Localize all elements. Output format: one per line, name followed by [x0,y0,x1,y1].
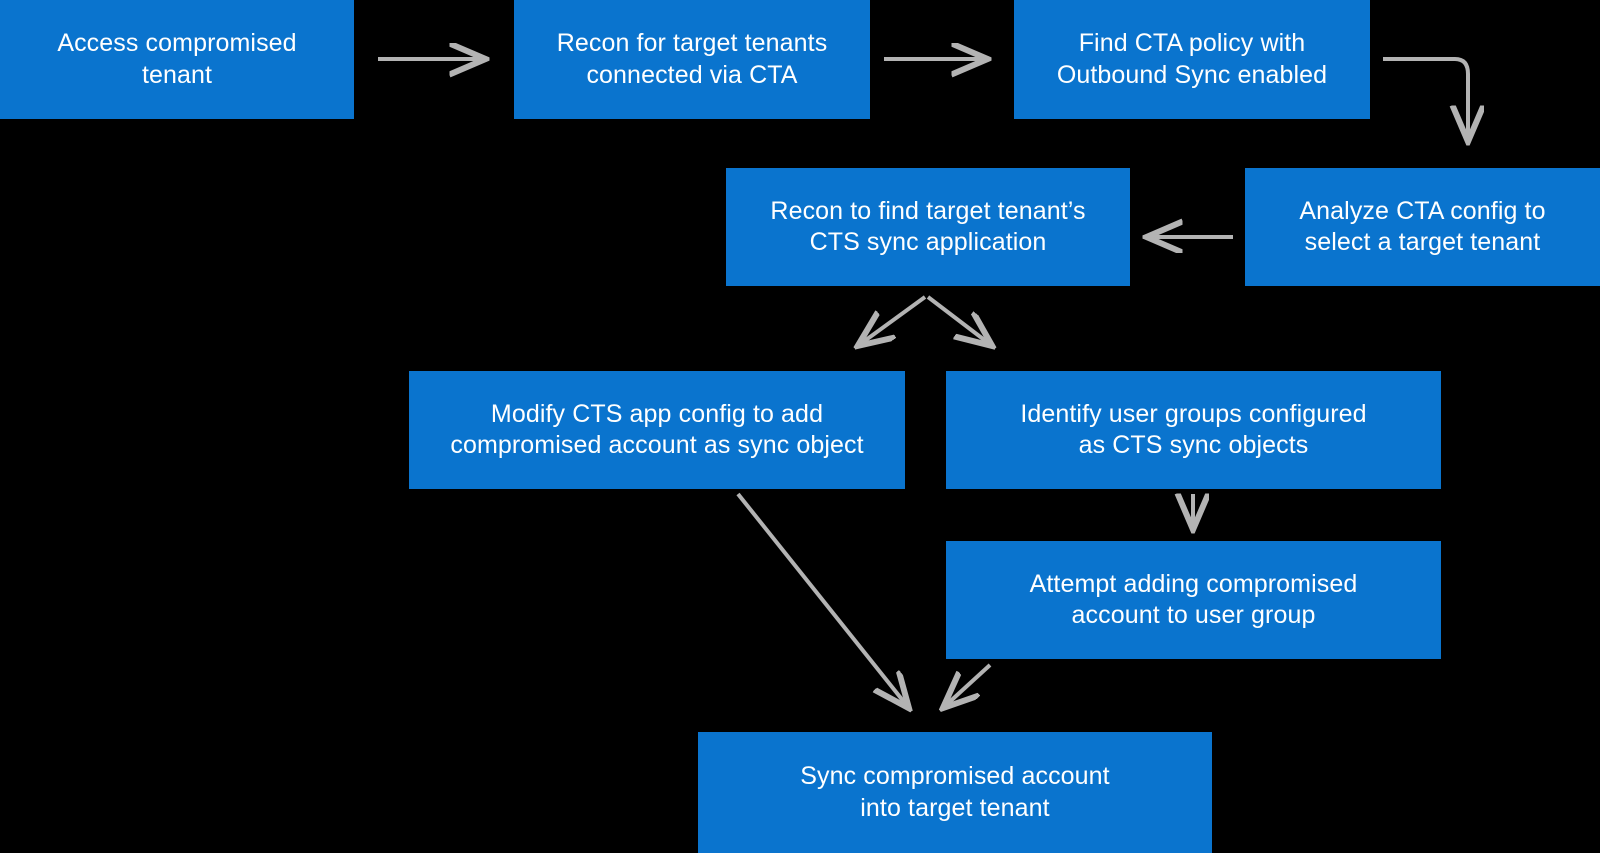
edge-recon-sync-app-to-identify-groups [926,295,991,345]
node-label: Analyze CTA config to select a target te… [1299,196,1546,257]
node-sync-compromised-account[interactable]: Sync compromised account into target ten… [698,732,1212,853]
node-label: Recon for target tenants connected via C… [556,29,828,89]
edge-modify-config-to-sync-account [736,492,908,707]
node-recon-target-tenant-sync-app[interactable]: Recon to find target tenant’s CTS sync a… [726,168,1130,286]
node-label: Modify CTS app config to add compromised… [450,399,864,460]
node-modify-cts-app-config[interactable]: Modify CTS app config to add compromised… [409,371,905,489]
node-identify-user-groups[interactable]: Identify user groups configured as CTS s… [946,371,1441,489]
node-label: Access compromised tenant [57,29,297,89]
node-label: Sync compromised account into target ten… [800,762,1110,822]
flowchart-canvas: Access compromised tenant Recon for targ… [0,0,1600,853]
edge-recon-sync-app-to-modify-config [859,295,927,345]
node-label: Attempt adding compromised account to us… [1029,569,1358,630]
node-attempt-adding-compromised-account[interactable]: Attempt adding compromised account to us… [946,541,1441,659]
node-find-cta-policy[interactable]: Find CTA policy with Outbound Sync enabl… [1014,0,1370,119]
edge-find-policy-to-analyze [1383,57,1468,140]
edge-attempt-adding-to-sync-account [944,663,992,707]
node-label: Find CTA policy with Outbound Sync enabl… [1056,29,1328,89]
node-access-compromised-tenant[interactable]: Access compromised tenant [0,0,354,119]
node-label: Identify user groups configured as CTS s… [1020,399,1367,460]
node-recon-for-target-tenants[interactable]: Recon for target tenants connected via C… [514,0,870,119]
node-analyze-cta-config[interactable]: Analyze CTA config to select a target te… [1245,168,1600,286]
node-label: Recon to find target tenant’s CTS sync a… [770,196,1086,257]
